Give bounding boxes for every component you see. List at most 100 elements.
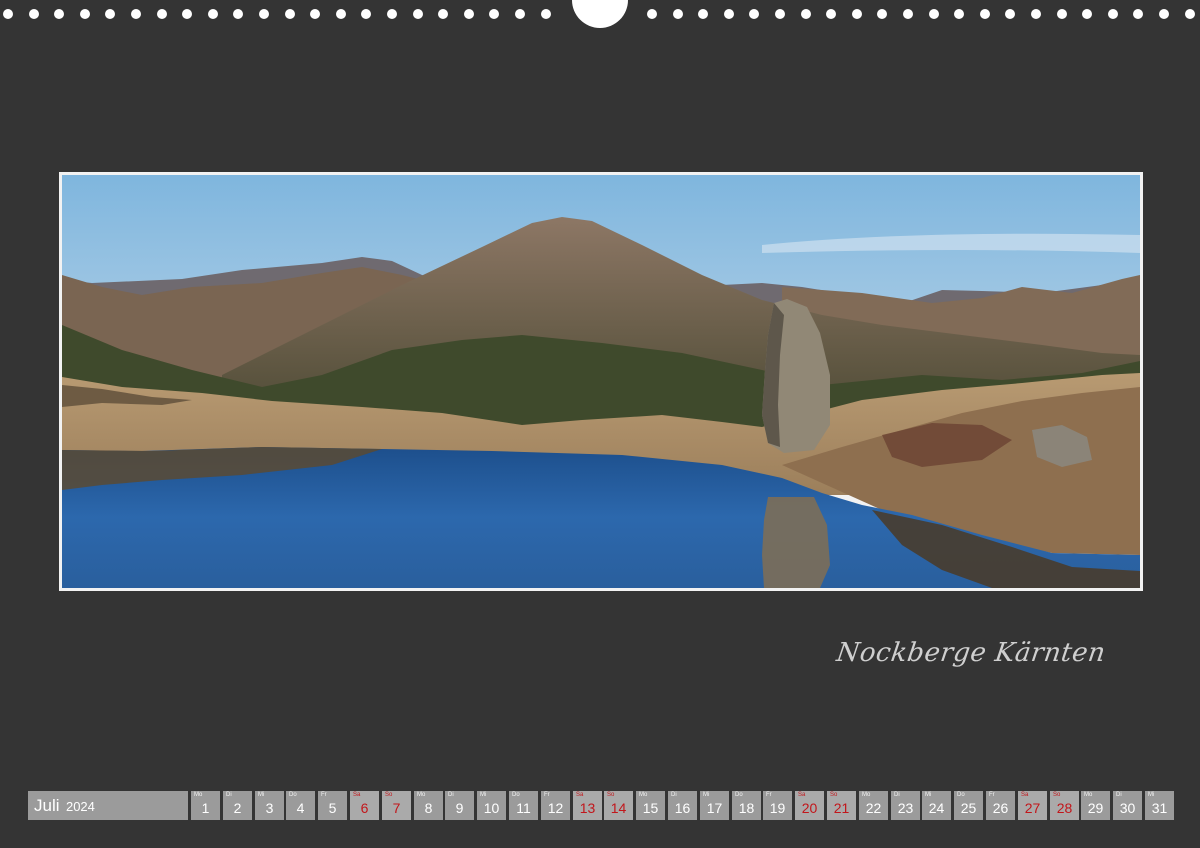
weekday-label: Do — [957, 792, 965, 798]
binding-hole — [387, 9, 397, 19]
day-number: 8 — [424, 800, 433, 816]
day-cell: Do 25 — [954, 791, 983, 820]
day-cell: Mi 17 — [700, 791, 729, 820]
binding-hole — [980, 9, 990, 19]
weekday-label: Mi — [258, 792, 265, 798]
hanger-hole — [572, 0, 628, 28]
day-cell: Sa 6 — [350, 791, 379, 820]
day-number: 15 — [642, 800, 659, 816]
binding-hole — [131, 9, 141, 19]
day-cell: Mo 15 — [636, 791, 665, 820]
day-number: 4 — [296, 800, 305, 816]
day-cell: Mi 3 — [255, 791, 284, 820]
month-label: Juli 2024 — [28, 791, 188, 820]
weekday-label: Di — [226, 792, 232, 798]
binding-hole — [54, 9, 64, 19]
day-number: 10 — [483, 800, 500, 816]
binding-hole — [1005, 9, 1015, 19]
day-cell: Mo 1 — [191, 791, 220, 820]
day-number: 11 — [516, 800, 531, 816]
binding-hole — [413, 9, 423, 19]
day-cell: Sa 27 — [1018, 791, 1047, 820]
day-number: 22 — [865, 800, 882, 816]
day-number: 14 — [610, 800, 627, 816]
day-number: 1 — [201, 800, 210, 816]
day-number: 24 — [928, 800, 945, 816]
binding-hole — [1057, 9, 1067, 19]
weekday-label: Mo — [417, 792, 426, 798]
day-cell: Sa 20 — [795, 791, 824, 820]
day-cell: Di 9 — [445, 791, 474, 820]
day-number: 9 — [455, 800, 464, 816]
binding-hole — [233, 9, 243, 19]
binding-hole — [515, 9, 525, 19]
day-number: 23 — [897, 800, 914, 816]
day-number: 21 — [833, 800, 850, 816]
binding-hole — [29, 9, 39, 19]
weekday-label: Fr — [544, 792, 550, 798]
weekday-label: Sa — [798, 792, 806, 798]
day-cell: So 7 — [382, 791, 411, 820]
day-cell: Fr 12 — [541, 791, 570, 820]
day-number: 5 — [328, 800, 337, 816]
day-cell: Di 16 — [668, 791, 697, 820]
weekday-label: Di — [894, 792, 900, 798]
spiral-binding — [0, 0, 1200, 28]
weekday-label: Mo — [639, 792, 648, 798]
day-cell: Mo 8 — [414, 791, 443, 820]
binding-hole — [208, 9, 218, 19]
day-number: 30 — [1119, 800, 1136, 816]
weekday-label: Mi — [925, 792, 932, 798]
binding-hole — [1031, 9, 1041, 19]
day-cell: Mo 22 — [859, 791, 888, 820]
landscape-photo-frame — [59, 172, 1143, 591]
day-cell: Fr 5 — [318, 791, 347, 820]
binding-hole — [361, 9, 371, 19]
day-number: 18 — [738, 800, 755, 816]
binding-hole — [954, 9, 964, 19]
binding-hole — [724, 9, 734, 19]
binding-hole — [464, 9, 474, 19]
weekday-label: Mi — [703, 792, 710, 798]
binding-hole — [285, 9, 295, 19]
weekday-label: Do — [289, 792, 297, 798]
weekday-label: Mo — [194, 792, 203, 798]
day-number: 20 — [801, 800, 818, 816]
day-cell: Do 18 — [732, 791, 761, 820]
binding-hole — [903, 9, 913, 19]
day-number: 29 — [1087, 800, 1104, 816]
weekday-label: Fr — [321, 792, 327, 798]
day-cell: Do 4 — [286, 791, 315, 820]
day-cell: Do 11 — [509, 791, 538, 820]
day-cell: Sa 13 — [573, 791, 602, 820]
day-cell: Di 2 — [223, 791, 252, 820]
day-number: 31 — [1151, 800, 1168, 816]
binding-hole — [182, 9, 192, 19]
binding-hole — [80, 9, 90, 19]
photo-caption: Nockberge Kärnten — [834, 638, 1108, 668]
weekday-label: Do — [512, 792, 520, 798]
weekday-label: Sa — [353, 792, 361, 798]
binding-hole — [310, 9, 320, 19]
month-name: Juli — [34, 796, 60, 815]
day-cell: Mi 10 — [477, 791, 506, 820]
weekday-label: So — [830, 792, 838, 798]
binding-hole — [929, 9, 939, 19]
binding-hole — [489, 9, 499, 19]
binding-hole — [438, 9, 448, 19]
weekday-label: Di — [448, 792, 454, 798]
day-cell: Di 30 — [1113, 791, 1142, 820]
weekday-label: Mo — [1084, 792, 1093, 798]
day-cell: Di 23 — [891, 791, 920, 820]
weekday-label: Fr — [766, 792, 772, 798]
weekday-label: So — [607, 792, 615, 798]
binding-hole — [157, 9, 167, 19]
weekday-label: Sa — [1021, 792, 1029, 798]
month-year: 2024 — [65, 799, 95, 814]
binding-hole — [749, 9, 759, 19]
binding-hole — [1185, 9, 1195, 19]
day-cell: So 28 — [1050, 791, 1079, 820]
weekday-label: So — [385, 792, 393, 798]
weekday-label: Mo — [862, 792, 871, 798]
binding-hole — [1133, 9, 1143, 19]
